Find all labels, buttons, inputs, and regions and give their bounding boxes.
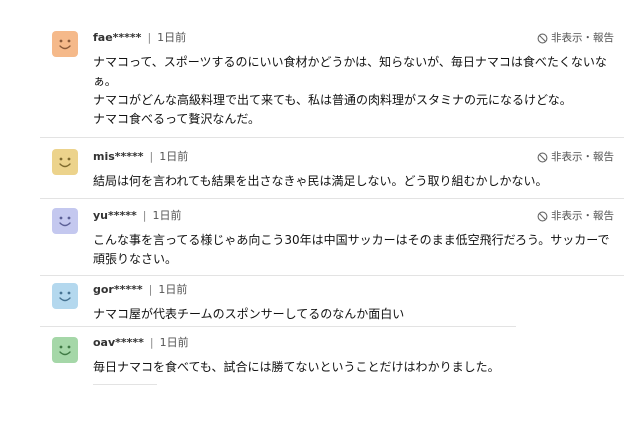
avatar[interactable] [52,283,78,309]
comment-meta: yu***** | 1日前 [93,209,181,223]
comment-line: ナマコ屋が代表チームのスポンサーしてるのなんか面白い [93,307,405,321]
username[interactable]: mis***** [93,150,144,163]
avatar[interactable] [52,149,78,175]
timestamp: 1日前 [152,209,182,222]
smiley-avatar-icon [52,283,78,309]
avatar[interactable] [52,337,78,363]
smiley-avatar-icon [52,208,78,234]
timestamp: 1日前 [158,283,188,296]
separator: | [149,150,154,163]
username[interactable]: yu***** [93,209,137,222]
comment-line: 結局は何を言われても結果を出さなきゃ民は満足しない。どう取り組むかしかない。 [93,174,548,188]
divider [40,275,624,276]
divider [40,198,624,199]
comment-body: ナマコ屋が代表チームのスポンサーしてるのなんか面白い [93,305,623,324]
comment-meta: fae***** | 1日前 [93,31,186,45]
timestamp: 1日前 [159,150,189,163]
hide-report-button[interactable]: 非表示・報告 [537,150,614,164]
timestamp: 1日前 [157,31,187,44]
hide-report-label: 非表示・報告 [551,32,614,44]
smiley-avatar-icon [52,31,78,57]
comment-line: こんな事を言ってる様じゃあ向こう30年は中国サッカーはそのまま低空飛行だろう。サ… [93,233,610,247]
divider [40,137,624,138]
timestamp: 1日前 [159,336,189,349]
hide-report-label: 非表示・報告 [551,151,614,163]
comment-body: 結局は何を言われても結果を出さなきゃ民は満足しない。どう取り組むかしかない。 [93,172,623,191]
username[interactable]: gor***** [93,283,143,296]
hide-report-label: 非表示・報告 [551,210,614,222]
comment-line: ぁ。 [93,74,117,88]
comment-line: 頑張りなさい。 [93,252,178,266]
comment-line: ナマコがどんな高級料理で出て来ても、私は普通の肉料理がスタミナの元になるけどな。 [93,93,572,107]
comment-body: こんな事を言ってる様じゃあ向こう30年は中国サッカーはそのまま低空飛行だろう。サ… [93,231,623,269]
username[interactable]: oav***** [93,336,144,349]
separator: | [149,336,154,349]
hide-report-button[interactable]: 非表示・報告 [537,209,614,223]
avatar[interactable] [52,208,78,234]
hide-report-button[interactable]: 非表示・報告 [537,31,614,45]
comment-line: 毎日ナマコを食べても、試合には勝てないということだけはわかりました。 [93,360,500,374]
smiley-avatar-icon [52,337,78,363]
block-icon [537,211,548,221]
comment-line: ナマコって、スポーツするのにいい食材かどうかは、知らないが、毎日ナマコは食べたく… [93,55,607,69]
separator: | [142,209,147,222]
separator: | [148,283,153,296]
divider [93,384,157,385]
separator: | [147,31,152,44]
comment-body: ナマコって、スポーツするのにいい食材かどうかは、知らないが、毎日ナマコは食べたく… [93,53,623,129]
avatar[interactable] [52,31,78,57]
comment-meta: oav***** | 1日前 [93,336,189,350]
block-icon [537,33,548,43]
smiley-avatar-icon [52,149,78,175]
username[interactable]: fae***** [93,31,141,44]
comment-meta: gor***** | 1日前 [93,283,187,297]
divider [40,326,516,327]
comment-line: ナマコ食べるって贅沢なんだ。 [93,112,261,126]
comment-meta: mis***** | 1日前 [93,150,188,164]
block-icon [537,152,548,162]
comment-body: 毎日ナマコを食べても、試合には勝てないということだけはわかりました。 [93,358,623,377]
